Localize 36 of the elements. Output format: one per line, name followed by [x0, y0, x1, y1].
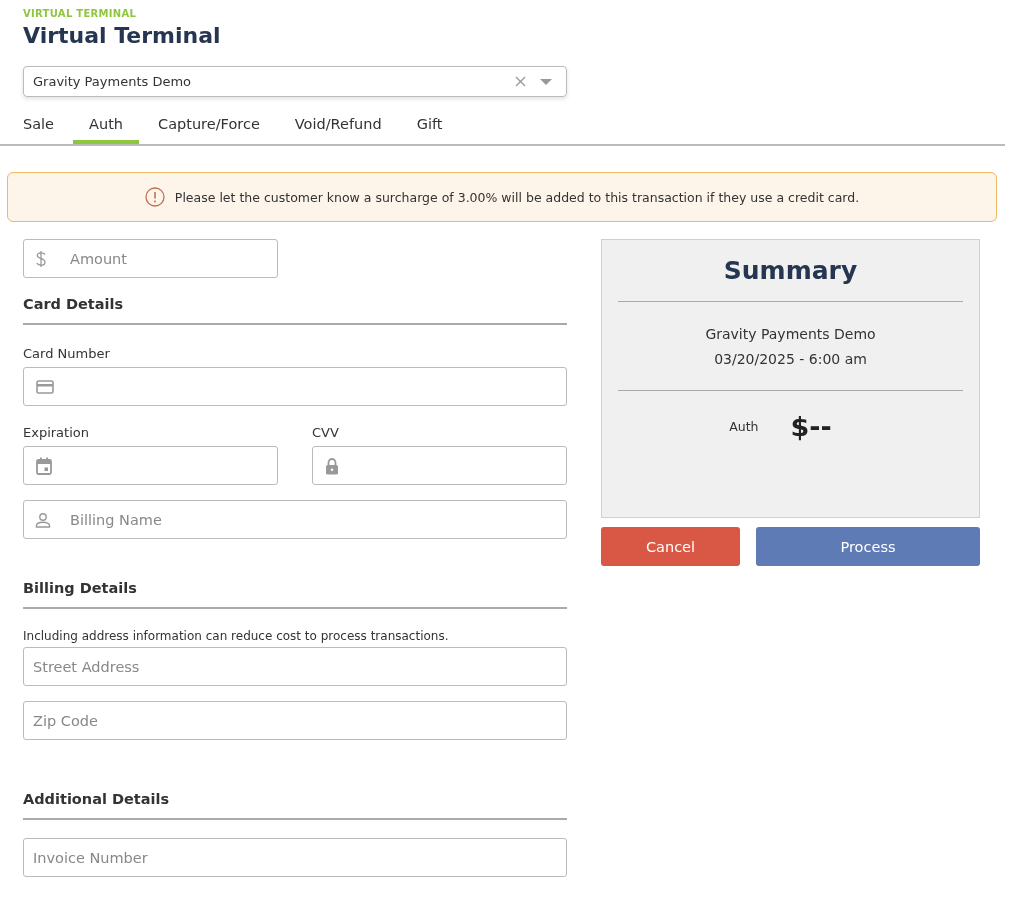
- billing-name-field[interactable]: Billing Name: [23, 500, 567, 539]
- summary-datetime: 03/20/2025 - 6:00 am: [714, 350, 867, 369]
- process-button[interactable]: Process: [756, 527, 980, 566]
- clear-icon[interactable]: [515, 76, 526, 87]
- notice-text: Please let the customer know a surcharge of 3.00% will be added to this transaction if they use a credit card.: [174, 189, 860, 205]
- lock-icon: [325, 456, 339, 475]
- credit-card-icon: [36, 379, 54, 394]
- tab[interactable]: Capture/Force: [142, 107, 276, 144]
- invoice-number-field[interactable]: Invoice Number: [23, 838, 567, 877]
- page-eyebrow: VIRTUAL TERMINAL: [23, 8, 138, 19]
- tab[interactable]: Void/Refund: [278, 107, 398, 144]
- street-address-field[interactable]: Street Address: [23, 647, 567, 686]
- page-title: Virtual Terminal: [23, 23, 222, 48]
- cvv-field[interactable]: [312, 446, 567, 485]
- total-amount: $--: [790, 411, 832, 442]
- alert-icon: [144, 187, 165, 207]
- section-heading: Additional Details: [23, 791, 171, 809]
- merchant-select[interactable]: Gravity Payments Demo: [23, 66, 567, 97]
- billing-hint: Including address information can reduce cost to process transactions.: [23, 629, 450, 643]
- tab[interactable]: Sale: [7, 107, 71, 144]
- summary-title: Summary: [723, 256, 858, 285]
- transaction-type: Auth: [729, 419, 759, 434]
- tab[interactable]: Gift: [400, 107, 459, 144]
- cancel-button[interactable]: Cancel: [601, 527, 740, 566]
- section-heading: Billing Details: [23, 580, 138, 598]
- expiration-field[interactable]: [23, 446, 278, 485]
- amount-field[interactable]: Amount: [23, 239, 278, 278]
- calendar-icon: [36, 456, 52, 475]
- field-label: CVV: [312, 425, 340, 440]
- summary-merchant: Gravity Payments Demo: [705, 325, 876, 344]
- card-number-field[interactable]: [23, 367, 567, 406]
- caret-icon[interactable]: [540, 78, 552, 85]
- field-label: Card Number: [23, 346, 111, 361]
- section-heading: Card Details: [23, 296, 125, 314]
- field-label: Expiration: [23, 425, 90, 440]
- zip-code-field[interactable]: Zip Code: [23, 701, 567, 740]
